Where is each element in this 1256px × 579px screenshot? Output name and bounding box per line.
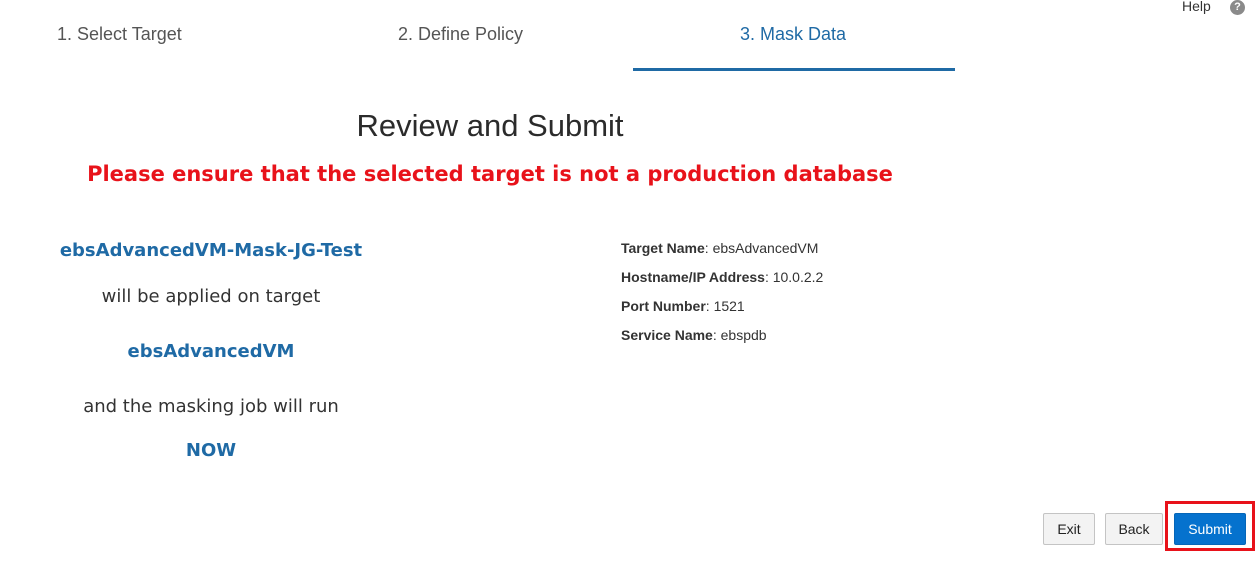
- active-step-indicator: [633, 68, 955, 71]
- job-run-text: and the masking job will run: [83, 396, 339, 417]
- target-details: Target Name: ebsAdvancedVM Hostname/IP A…: [621, 239, 823, 355]
- detail-value: ebspdb: [720, 327, 767, 343]
- detail-value: 10.0.2.2: [772, 269, 824, 285]
- detail-label: Target Name: [621, 240, 705, 256]
- detail-value: ebsAdvancedVM: [712, 240, 819, 256]
- detail-label: Port Number: [621, 298, 706, 314]
- submit-button[interactable]: Submit: [1174, 513, 1246, 545]
- help-link[interactable]: Help: [1182, 0, 1211, 14]
- detail-port-number: Port Number: 1521: [621, 298, 745, 314]
- production-warning: Please ensure that the selected target i…: [87, 162, 893, 186]
- back-button[interactable]: Back: [1105, 513, 1163, 545]
- applied-on-text: will be applied on target: [101, 286, 321, 307]
- job-run-schedule: NOW: [185, 440, 237, 461]
- detail-hostname: Hostname/IP Address: 10.0.2.2: [621, 269, 824, 285]
- train-step-select-target[interactable]: 1. Select Target: [57, 24, 182, 45]
- policy-name: ebsAdvancedVM-Mask-JG-Test: [59, 240, 363, 261]
- detail-label: Hostname/IP Address: [621, 269, 765, 285]
- target-name-highlight: ebsAdvancedVM: [127, 341, 295, 362]
- train-step-mask-data[interactable]: 3. Mask Data: [740, 24, 846, 45]
- detail-target-name: Target Name: ebsAdvancedVM: [621, 240, 819, 256]
- masking-wizard-page: Help ? 1. Select Target 2. Define Policy…: [0, 0, 1256, 579]
- detail-value: 1521: [713, 298, 745, 314]
- train-step-define-policy[interactable]: 2. Define Policy: [398, 24, 523, 45]
- page-title: Review and Submit: [356, 108, 624, 143]
- detail-service-name: Service Name: ebspdb: [621, 327, 767, 343]
- exit-button[interactable]: Exit: [1043, 513, 1095, 545]
- detail-label: Service Name: [621, 327, 713, 343]
- help-icon[interactable]: ?: [1230, 0, 1245, 15]
